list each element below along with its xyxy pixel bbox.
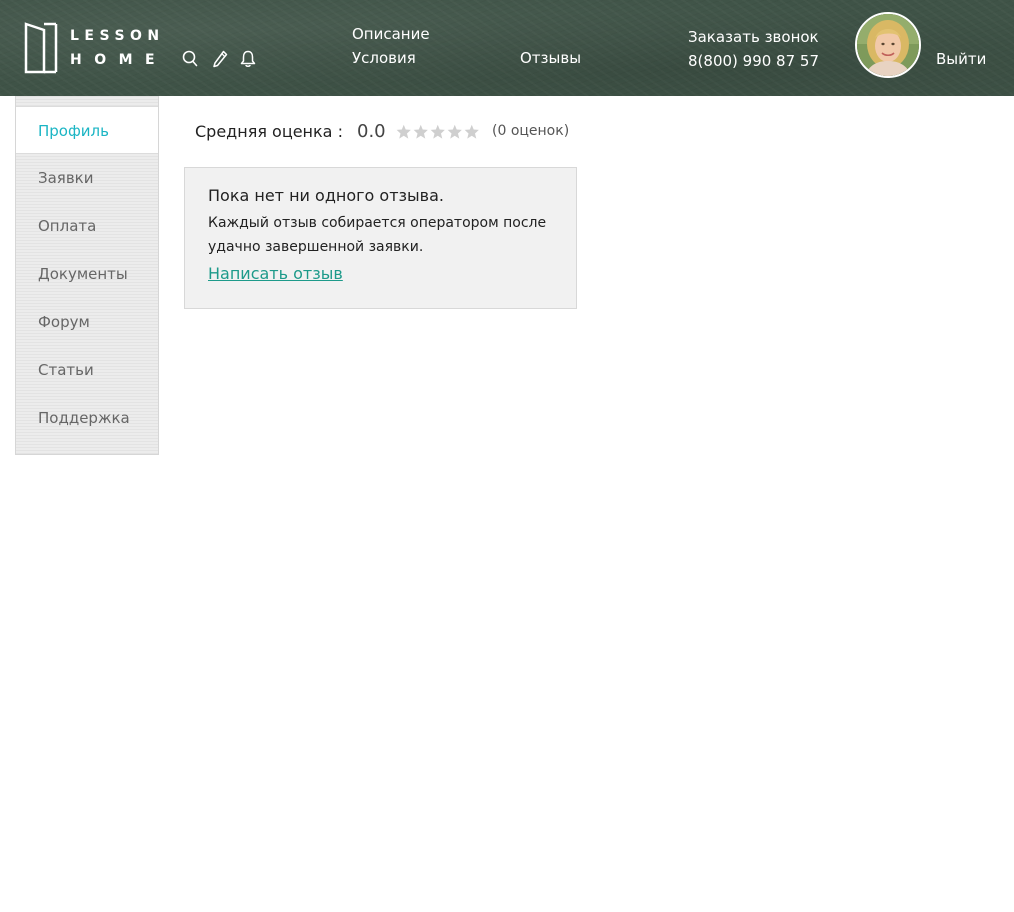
sidebar: Профиль Заявки Оплата Документы Форум Ст… xyxy=(15,96,159,455)
user-avatar[interactable] xyxy=(855,12,921,78)
phone-number: 8(800) 990 87 57 xyxy=(688,52,819,70)
sidebar-item-profile[interactable]: Профиль xyxy=(16,106,158,154)
nav-reviews[interactable]: Отзывы xyxy=(520,49,581,67)
sidebar-item-articles[interactable]: Статьи xyxy=(16,346,158,394)
write-review-link[interactable]: Написать отзыв xyxy=(208,264,343,283)
search-icon[interactable] xyxy=(181,49,199,69)
header: LESSON HOME Описание Условия Отзывы Зака… xyxy=(0,0,1014,96)
lesson-home-logo[interactable]: LESSON HOME xyxy=(24,22,159,74)
logo-text-lesson: LESSON xyxy=(70,28,165,44)
nav-description[interactable]: Описание xyxy=(352,25,430,43)
rating-stars xyxy=(396,124,482,140)
rating-count: (0 оценок) xyxy=(492,123,570,139)
star-icon xyxy=(464,124,479,139)
nav-terms[interactable]: Условия xyxy=(352,49,416,67)
logout-button[interactable]: Выйти xyxy=(936,50,986,68)
rating-label: Средняя оценка : xyxy=(195,122,343,141)
sidebar-item-payment[interactable]: Оплата xyxy=(16,202,158,250)
star-icon xyxy=(413,124,428,139)
logo-text-home: HOME xyxy=(70,52,168,68)
star-icon xyxy=(430,124,445,139)
sidebar-item-documents[interactable]: Документы xyxy=(16,250,158,298)
no-reviews-text: Каждый отзыв собирается оператором после… xyxy=(208,215,547,255)
order-call-link[interactable]: Заказать звонок xyxy=(688,25,819,49)
callback-block: Заказать звонок 8(800) 990 87 57 xyxy=(688,25,819,73)
star-icon xyxy=(447,124,462,139)
no-reviews-panel: Пока нет ни одного отзыва. Каждый отзыв … xyxy=(184,167,577,309)
sidebar-item-forum[interactable]: Форум xyxy=(16,298,158,346)
sidebar-item-requests[interactable]: Заявки xyxy=(16,154,158,202)
sidebar-item-support[interactable]: Поддержка xyxy=(16,394,158,442)
pencil-icon[interactable] xyxy=(211,49,229,69)
star-icon xyxy=(396,124,411,139)
door-icon xyxy=(24,22,58,74)
bell-icon[interactable] xyxy=(239,49,257,69)
no-reviews-title: Пока нет ни одного отзыва. xyxy=(208,186,444,205)
rating-value: 0.0 xyxy=(357,121,386,142)
